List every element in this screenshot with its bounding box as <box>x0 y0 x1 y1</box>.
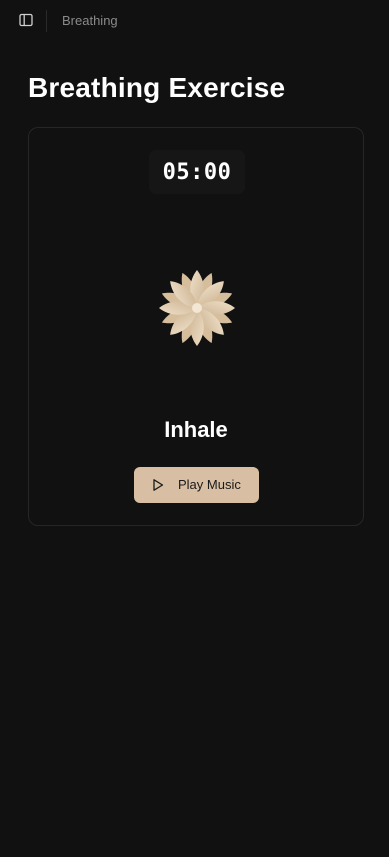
page-title: Breathing Exercise <box>28 72 286 103</box>
sidebar-panel-icon <box>19 13 33 27</box>
play-music-label: Play Music <box>178 477 241 492</box>
lotus-flower-icon <box>159 270 235 346</box>
countdown-timer: 05:00 <box>149 150 245 194</box>
breathing-card: 05:00 Inhale Play Music <box>28 127 364 526</box>
sidebar-toggle-button[interactable] <box>17 11 35 29</box>
play-icon <box>153 479 164 491</box>
top-bar: Breathing <box>0 0 389 40</box>
header-divider <box>46 10 47 32</box>
breath-phase-label: Inhale <box>164 417 228 442</box>
play-music-button[interactable]: Play Music <box>134 467 259 503</box>
breadcrumb[interactable]: Breathing <box>62 13 118 29</box>
